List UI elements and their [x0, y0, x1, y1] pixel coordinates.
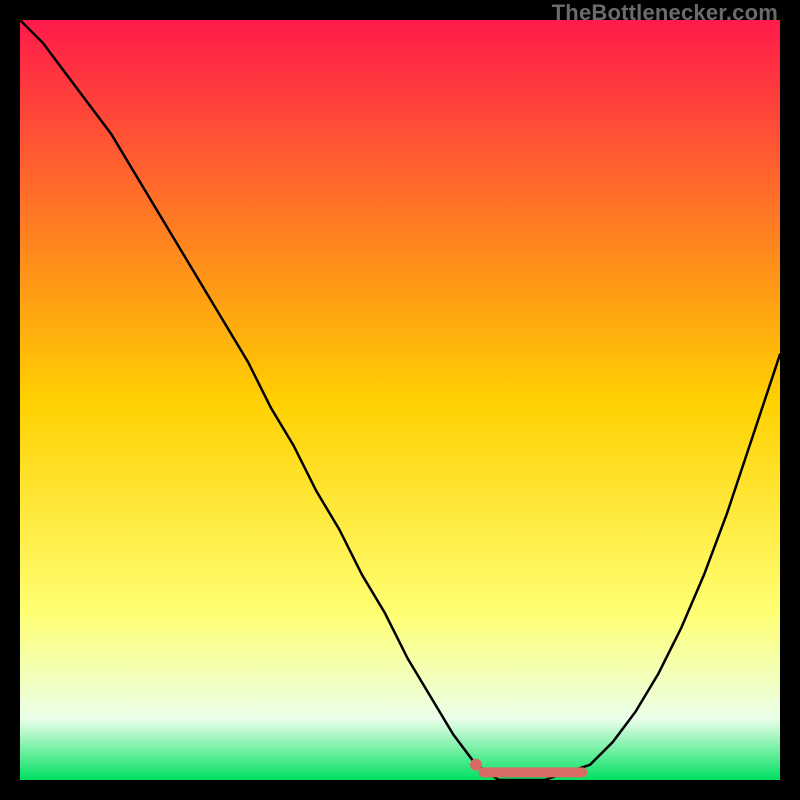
watermark-text: TheBottlenecker.com — [552, 0, 778, 26]
plot-area — [20, 20, 780, 780]
optimal-point-marker — [470, 759, 482, 771]
chart-frame: TheBottlenecker.com — [0, 0, 800, 800]
gradient-background — [20, 20, 780, 780]
bottleneck-chart — [20, 20, 780, 780]
